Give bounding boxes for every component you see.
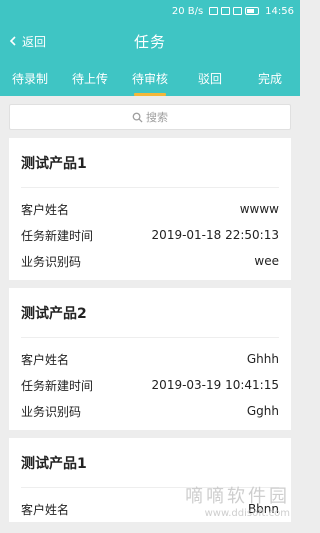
info-row: 任务新建时间 2019-01-18 22:50:13 <box>21 222 279 248</box>
info-row: 客户姓名 wwww <box>21 196 279 222</box>
search-placeholder: 搜索 <box>146 111 168 124</box>
row-label: 客户姓名 <box>21 202 70 217</box>
signal-icon <box>233 7 243 15</box>
tab-label: 待上传 <box>71 71 108 86</box>
tab-label: 完成 <box>257 71 282 86</box>
row-value: wee <box>254 254 279 268</box>
tab-completed[interactable]: 完成 <box>240 60 300 96</box>
row-label: 任务新建时间 <box>21 378 94 393</box>
network-speed: 20 B/s <box>171 5 204 17</box>
info-row: 业务识别码 Gghh <box>21 398 279 424</box>
task-title: 测试产品2 <box>21 288 279 338</box>
page-title: 任务 <box>133 32 166 51</box>
info-row: 任务新建时间 2019-03-19 10:41:15 <box>21 372 279 398</box>
search-area: 搜索 <box>0 96 300 138</box>
tab-pending-record[interactable]: 待录制 <box>0 60 60 96</box>
row-value: 2019-01-18 22:50:13 <box>151 228 279 242</box>
vibrate-icon <box>209 7 219 15</box>
back-label: 返回 <box>22 34 47 49</box>
status-icons <box>209 7 260 15</box>
search-input[interactable]: 搜索 <box>9 104 291 130</box>
wifi-icon <box>221 7 231 15</box>
tab-label: 驳回 <box>197 71 222 86</box>
tab-bar: 待录制 待上传 待审核 驳回 完成 <box>0 60 300 96</box>
title-bar: 返回 任务 <box>0 22 300 60</box>
task-card[interactable]: 测试产品2 客户姓名 Ghhh 任务新建时间 2019-03-19 10:41:15… <box>9 288 291 430</box>
status-bar: 20 B/s 14:56 <box>0 0 300 22</box>
info-row: 客户姓名 Ghhh <box>21 346 279 372</box>
row-label: 客户姓名 <box>21 352 70 367</box>
chevron-left-icon <box>9 36 16 46</box>
tab-rejected[interactable]: 驳回 <box>180 60 240 96</box>
tab-label: 待审核 <box>131 71 168 86</box>
watermark-name: 嘀嘀软件园 <box>185 486 290 507</box>
battery-icon <box>245 7 260 15</box>
row-label: 客户姓名 <box>21 502 70 517</box>
row-value: Gghh <box>246 404 279 418</box>
tab-pending-review[interactable]: 待审核 <box>120 60 180 96</box>
task-card[interactable]: 测试产品1 客户姓名 wwww 任务新建时间 2019-01-18 22:50:13… <box>9 138 291 280</box>
back-button[interactable]: 返回 <box>8 22 46 60</box>
watermark: 嘀嘀软件园 www.ddisoft.com <box>185 482 290 519</box>
row-label: 任务新建时间 <box>21 228 94 243</box>
tab-pending-upload[interactable]: 待上传 <box>60 60 120 96</box>
task-title: 测试产品1 <box>21 438 279 488</box>
info-row: 业务识别码 wee <box>21 248 279 274</box>
row-label: 业务识别码 <box>21 254 82 269</box>
row-value: Ghhh <box>246 352 279 366</box>
search-icon <box>132 112 143 123</box>
row-value: 2019-03-19 10:41:15 <box>151 378 279 392</box>
tab-label: 待录制 <box>11 71 48 86</box>
task-title: 测试产品1 <box>21 138 279 188</box>
row-label: 业务识别码 <box>21 404 82 419</box>
row-value: wwww <box>239 202 279 216</box>
clock: 14:56 <box>265 5 294 17</box>
watermark-url: www.ddisoft.com <box>204 508 290 519</box>
